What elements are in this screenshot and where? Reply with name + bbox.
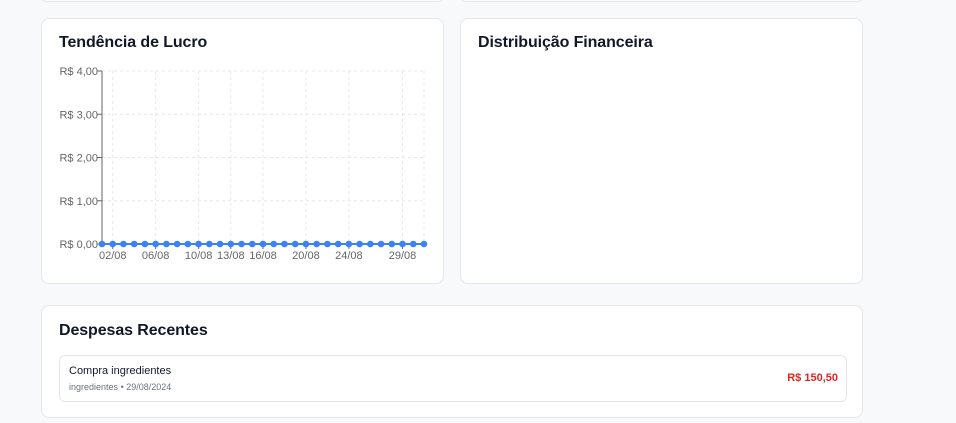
stat-card-bottom-edge xyxy=(41,0,444,2)
y-tick-label: R$ 0,00 xyxy=(59,239,98,251)
data-point xyxy=(281,240,288,248)
y-tick-label: R$ 3,00 xyxy=(59,109,98,121)
expense-date: 29/08/2024 xyxy=(126,382,172,392)
x-tick-label: 24/08 xyxy=(335,250,363,262)
y-tick-label: R$ 2,00 xyxy=(59,153,98,165)
x-tick-label: 20/08 xyxy=(292,250,320,262)
expense-name: Compra ingredientes xyxy=(69,365,172,377)
data-point xyxy=(227,240,235,248)
expense-meta: ingredientes • 29/08/2024 xyxy=(69,382,171,392)
data-point xyxy=(334,240,342,248)
data-point xyxy=(356,240,363,248)
data-point xyxy=(388,240,396,248)
expense-amount: R$ 150,50 xyxy=(787,372,838,384)
recent-expenses-title: Despesas Recentes xyxy=(59,322,208,339)
y-tick-label: R$ 1,00 xyxy=(59,196,98,208)
data-point xyxy=(248,240,256,248)
data-point xyxy=(259,240,267,248)
expense-item[interactable]: Compra ingredientes ingredientes • 29/08… xyxy=(59,355,847,402)
data-point xyxy=(195,240,202,248)
expense-meta-separator: • xyxy=(120,382,124,392)
x-tick-label: 02/08 xyxy=(99,250,127,262)
stat-card-bottom-edge xyxy=(460,0,863,2)
x-tick-label: 29/08 xyxy=(389,250,417,262)
x-tick-label: 06/08 xyxy=(142,250,170,262)
data-point xyxy=(184,240,192,248)
data-point xyxy=(313,240,320,248)
data-point xyxy=(206,240,213,248)
data-point xyxy=(377,240,385,248)
data-point xyxy=(130,240,138,248)
recent-expenses-card: Despesas Recentes Compra ingredientes in… xyxy=(41,305,863,418)
data-point xyxy=(291,240,299,248)
data-point xyxy=(109,240,117,248)
x-tick-label: 16/08 xyxy=(249,250,277,262)
data-point xyxy=(141,240,149,248)
data-point xyxy=(270,240,278,248)
data-point xyxy=(238,240,245,248)
profit-trend-chart: R$ 0,00 R$ 1,00 R$ 2,00 R$ 3,00 R$ 4,00 02/08… xyxy=(59,66,428,262)
y-tick-label: R$ 4,00 xyxy=(59,66,98,78)
financial-distribution-title: Distribuição Financeira xyxy=(478,34,653,51)
data-point xyxy=(120,240,127,248)
data-point xyxy=(302,240,310,248)
expense-category: ingredientes xyxy=(69,382,119,392)
data-point xyxy=(409,240,417,248)
data-point xyxy=(420,240,428,248)
data-point xyxy=(324,240,331,248)
data-point xyxy=(399,240,406,248)
data-point xyxy=(345,240,353,248)
x-tick-label: 10/08 xyxy=(185,250,213,262)
data-point xyxy=(98,240,106,248)
data-point xyxy=(367,240,374,248)
profit-trend-card: Tendência de Lucro R$ 0,00 R$ 1,00 R$ 2,00… xyxy=(41,18,444,284)
data-point xyxy=(163,240,170,248)
financial-distribution-card: Distribuição Financeira xyxy=(460,18,863,284)
data-point xyxy=(173,240,181,248)
data-point xyxy=(152,240,159,248)
data-point xyxy=(216,240,224,248)
x-tick-label: 13/08 xyxy=(217,250,245,262)
